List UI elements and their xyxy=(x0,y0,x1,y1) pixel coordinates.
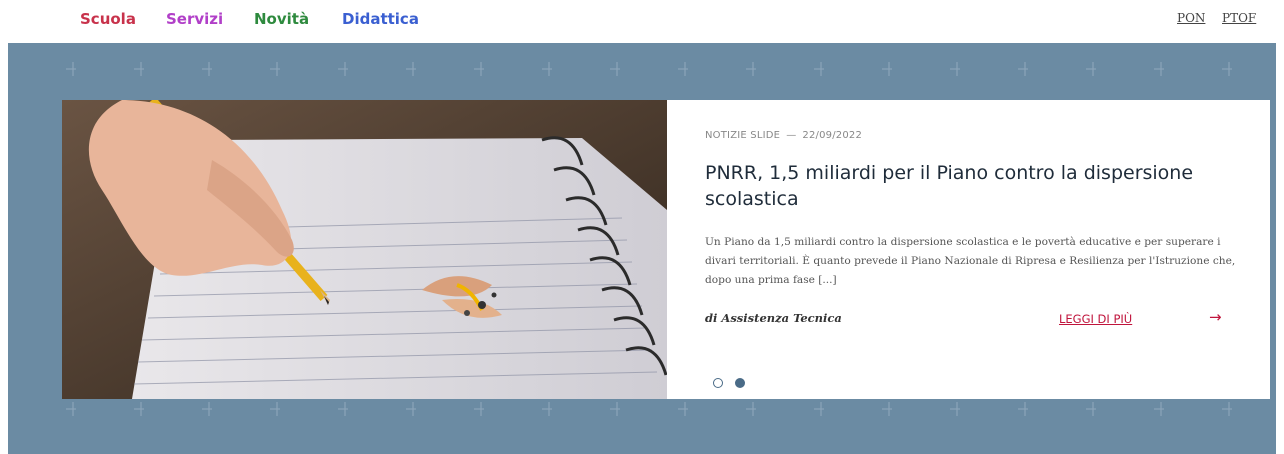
nav-item-didattica[interactable]: Didattica xyxy=(342,10,419,28)
carousel-dot-2-active[interactable] xyxy=(735,378,745,388)
meta-separator: — xyxy=(786,130,797,141)
nav-item-scuola[interactable]: Scuola xyxy=(80,10,136,28)
arrow-right-icon[interactable]: → xyxy=(1209,308,1222,326)
pencil-notebook-photo-icon xyxy=(62,100,667,399)
slide-title[interactable]: PNRR, 1,5 miliardi per il Piano contro l… xyxy=(705,160,1245,212)
slide-date: 22/09/2022 xyxy=(802,130,863,141)
nav-link-pon[interactable]: PON xyxy=(1177,11,1205,25)
carousel-dot-1[interactable] xyxy=(713,378,723,388)
read-more-link[interactable]: LEGGI DI PIÙ xyxy=(1059,312,1132,326)
slide-image[interactable] xyxy=(62,100,667,399)
slide-content-panel: NOTIZIE SLIDE — 22/09/2022 PNRR, 1,5 milia… xyxy=(667,100,1270,399)
top-navigation: Scuola Servizi Novità Didattica PON PTOF xyxy=(0,0,1284,43)
slide-meta: NOTIZIE SLIDE — 22/09/2022 xyxy=(705,130,862,141)
nav-link-ptof[interactable]: PTOF xyxy=(1222,11,1256,25)
slide-excerpt: Un Piano da 1,5 miliardi contro la dispe… xyxy=(705,236,1236,286)
nav-item-servizi[interactable]: Servizi xyxy=(166,10,223,28)
slide-author: di Assistenza Tecnica xyxy=(705,311,842,325)
slide-category[interactable]: NOTIZIE SLIDE xyxy=(705,130,780,141)
nav-item-novita[interactable]: Novità xyxy=(254,10,309,28)
